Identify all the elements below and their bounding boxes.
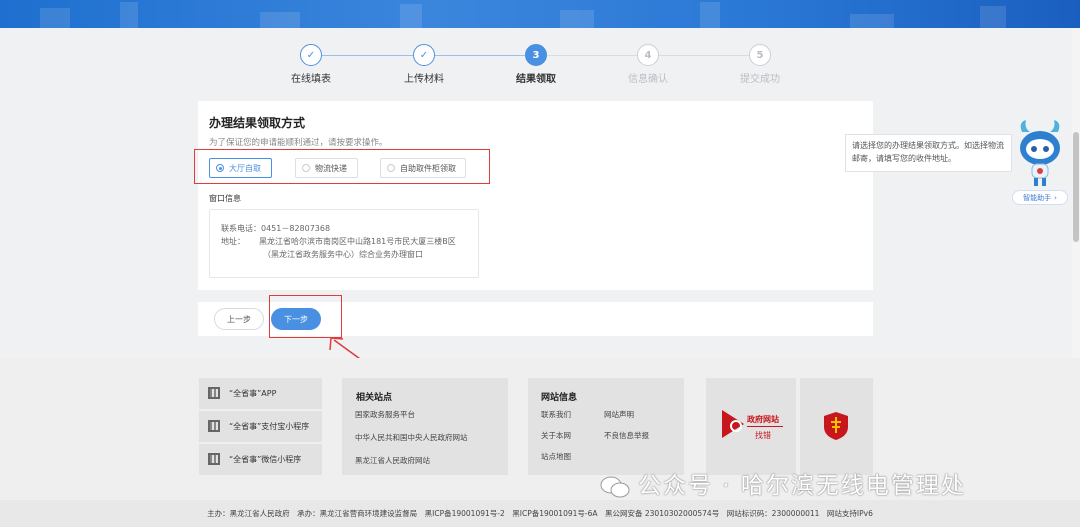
gov-site-sub: 找错	[755, 431, 771, 440]
step-number: 4	[637, 44, 659, 66]
step-label: 结果领取	[516, 74, 556, 85]
info-link[interactable]: 网站声明	[604, 409, 634, 420]
section-title: 办理结果领取方式	[209, 116, 306, 130]
police-badge-icon	[824, 412, 848, 440]
site-info-box: 网站信息 联系我们 网站声明 关于本网 不良信息举报 站点地图	[528, 378, 684, 475]
related-link[interactable]: 中华人民共和国中央人民政府网站	[355, 432, 468, 443]
app-label: “全省事”APP	[229, 389, 277, 398]
step-label: 在线填表	[291, 74, 331, 85]
step-number: 5	[749, 44, 771, 66]
info-link[interactable]: 联系我们	[541, 409, 571, 420]
step-label: 上传材料	[404, 74, 444, 85]
police-badge-box[interactable]	[800, 378, 873, 475]
assistant-label: 智能助手	[1023, 193, 1052, 202]
address-line-2: （黑龙江省政务服务中心）综合业务办理窗口	[263, 250, 423, 259]
phone-value: 0451－82807368	[261, 224, 331, 233]
watermark: 公众号 · 哈尔滨无线电管理处	[600, 466, 966, 500]
info-link[interactable]: 关于本网	[541, 430, 571, 441]
qrcode-icon	[208, 453, 220, 465]
related-link[interactable]: 黑龙江省人民政府网站	[355, 455, 430, 466]
window-info-label: 窗口信息	[209, 194, 241, 203]
check-icon: ✓	[300, 44, 322, 66]
smart-assistant-button[interactable]: 智能助手 ›	[1012, 190, 1068, 205]
window-info-box: 联系电话：0451－82807368 地址： 黑龙江省哈尔滨市南岗区中山路181号…	[209, 209, 479, 278]
related-title: 相关站点	[356, 393, 393, 403]
section-tip: 为了保证您的申请能顺利通过，请按要求操作。	[209, 138, 388, 148]
gov-site-finder-box[interactable]: 政府网站 找错	[706, 378, 796, 475]
watermark-text: 公众号 · 哈尔滨无线电管理处	[638, 473, 966, 499]
related-sites-box: 相关站点 国家政务服务平台 中华人民共和国中央人民政府网站 黑龙江省人民政府网站	[342, 378, 508, 475]
app-link[interactable]: “全省事”APP	[199, 378, 322, 409]
step-number: 3	[525, 44, 547, 66]
info-link[interactable]: 不良信息举报	[604, 430, 649, 441]
wechat-icon	[600, 476, 630, 497]
footer-copyright: 主办：黑龙江省人民政府 承办：黑龙江省营商环境建设监督局 黑ICP备190010…	[207, 509, 873, 518]
pickup-method-card: 办理结果领取方式 为了保证您的申请能顺利通过，请按要求操作。 大厅自取 物流快递…	[198, 101, 873, 290]
assistant-tooltip: 请选择您的办理结果领取方式。如选择物流邮寄，请填写您的收件地址。	[845, 134, 1012, 172]
step-result: 3 结果领取	[491, 44, 581, 85]
gov-logo-icon	[722, 410, 744, 438]
app-label: “全省事”支付宝小程序	[229, 422, 310, 431]
highlight-box-options	[194, 149, 490, 184]
address-line-1: 黑龙江省哈尔滨市南岗区中山路181号市民大厦三楼B区	[259, 237, 456, 246]
scrollbar[interactable]	[1072, 28, 1080, 358]
qrcode-icon	[208, 420, 220, 432]
step-confirm: 4 信息确认	[603, 44, 693, 85]
related-link[interactable]: 国家政务服务平台	[355, 409, 415, 420]
phone-label: 联系电话：	[221, 224, 261, 233]
check-icon: ✓	[413, 44, 435, 66]
phone-row: 联系电话：0451－82807368	[221, 223, 330, 234]
qrcode-icon	[208, 387, 220, 399]
scrollbar-thumb[interactable]	[1073, 132, 1079, 242]
chevron-right-icon: ›	[1054, 193, 1057, 202]
step-label: 信息确认	[628, 74, 668, 85]
step-fill-form: ✓ 在线填表	[266, 44, 356, 85]
robot-assistant-icon[interactable]	[1012, 118, 1068, 190]
gov-site-title: 政府网站	[747, 415, 779, 424]
app-label: “全省事”微信小程序	[229, 455, 302, 464]
address-row: 地址： 黑龙江省哈尔滨市南岗区中山路181号市民大厦三楼B区	[221, 236, 456, 247]
footer-bottom-bar: 主办：黑龙江省人民政府 承办：黑龙江省营商环境建设监督局 黑ICP备190010…	[0, 500, 1080, 527]
top-banner	[0, 0, 1080, 28]
address-label: 地址：	[221, 237, 245, 246]
info-link[interactable]: 站点地图	[541, 451, 571, 462]
prev-button[interactable]: 上一步	[214, 308, 264, 330]
step-upload: ✓ 上传材料	[379, 44, 469, 85]
step-submit: 5 提交成功	[715, 44, 805, 85]
divider	[747, 426, 783, 427]
info-title: 网站信息	[541, 393, 578, 403]
step-label: 提交成功	[740, 74, 780, 85]
wechat-miniapp-link[interactable]: “全省事”微信小程序	[199, 444, 322, 475]
progress-steps: ✓ 在线填表 ✓ 上传材料 3 结果领取 4 信息确认 5 提交成功	[0, 44, 1080, 85]
alipay-miniapp-link[interactable]: “全省事”支付宝小程序	[199, 411, 322, 442]
